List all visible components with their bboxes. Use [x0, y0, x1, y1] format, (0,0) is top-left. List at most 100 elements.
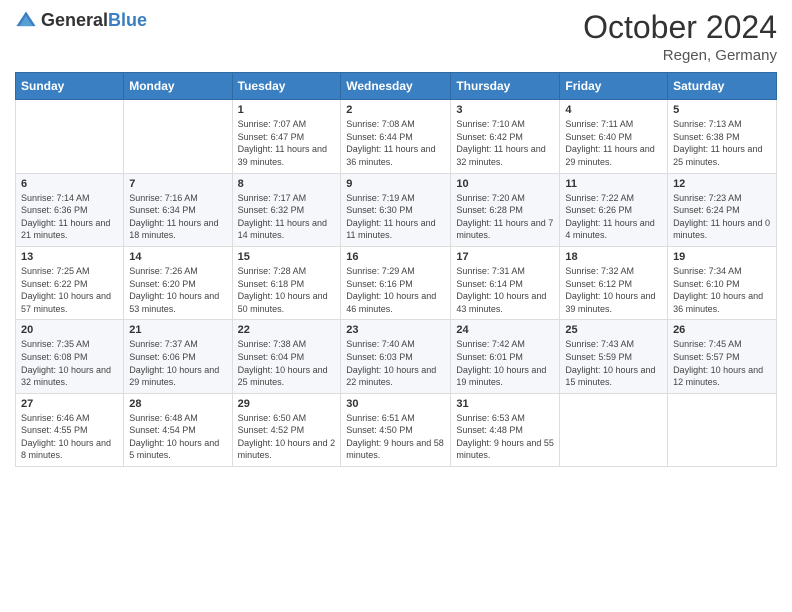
table-row: 5Sunrise: 7:13 AM Sunset: 6:38 PM Daylig…: [668, 100, 777, 173]
col-wednesday: Wednesday: [341, 73, 451, 100]
header: GeneralBlue October 2024 Regen, Germany: [15, 10, 777, 64]
day-content: Sunrise: 7:14 AM Sunset: 6:36 PM Dayligh…: [21, 192, 118, 242]
table-row: 18 Sunrise: 7:32 AM Sunset: 6:12 PM Dayli…: [560, 246, 668, 319]
day-content: Sunrise: 7:29 AM Sunset: 6:16 PM Dayligh…: [346, 265, 445, 315]
day-content: Sunrise: 7:17 AM Sunset: 6:32 PM Dayligh…: [238, 192, 336, 242]
table-row: 19Sunrise: 7:34 AM Sunset: 6:10 PM Dayli…: [668, 246, 777, 319]
table-row: 30Sunrise: 6:51 AM Sunset: 4:50 PM Dayli…: [341, 393, 451, 466]
table-row: [560, 393, 668, 466]
calendar-week-row: 1 Sunrise: 7:07 AM Sunset: 6:47 PM Daylig…: [16, 100, 777, 173]
day-content: Sunrise: 7:43 AM Sunset: 5:59 PM Dayligh…: [565, 338, 662, 388]
day-number: 22: [238, 324, 336, 336]
day-number: 31: [456, 398, 554, 410]
day-content: Sunrise: 7:11 AM Sunset: 6:40 PM Dayligh…: [565, 118, 662, 168]
table-row: 20 Sunrise: 7:35 AM Sunset: 6:08 PM Dayli…: [16, 320, 124, 393]
day-content: Sunrise: 6:51 AM Sunset: 4:50 PM Dayligh…: [346, 412, 445, 462]
calendar-header-row: Sunday Monday Tuesday Wednesday Thursday…: [16, 73, 777, 100]
day-number: 13: [21, 251, 118, 263]
day-content: Sunrise: 7:26 AM Sunset: 6:20 PM Dayligh…: [129, 265, 226, 315]
day-content: Sunrise: 7:16 AM Sunset: 6:34 PM Dayligh…: [129, 192, 226, 242]
month-title: October 2024: [583, 10, 777, 45]
day-content: Sunrise: 7:31 AM Sunset: 6:14 PM Dayligh…: [456, 265, 554, 315]
day-content: Sunrise: 7:37 AM Sunset: 6:06 PM Dayligh…: [129, 338, 226, 388]
table-row: 14Sunrise: 7:26 AM Sunset: 6:20 PM Dayli…: [124, 246, 232, 319]
table-row: 12 Sunrise: 7:23 AM Sunset: 6:24 PM Dayli…: [668, 173, 777, 246]
table-row: 22 Sunrise: 7:38 AM Sunset: 6:04 PM Dayli…: [232, 320, 341, 393]
day-number: 27: [21, 398, 118, 410]
table-row: 7 Sunrise: 7:16 AM Sunset: 6:34 PM Daylig…: [124, 173, 232, 246]
logo: GeneralBlue: [15, 10, 147, 32]
col-monday: Monday: [124, 73, 232, 100]
day-content: Sunrise: 7:13 AM Sunset: 6:38 PM Dayligh…: [673, 118, 771, 168]
calendar: Sunday Monday Tuesday Wednesday Thursday…: [15, 72, 777, 467]
day-number: 2: [346, 104, 445, 116]
day-content: Sunrise: 7:20 AM Sunset: 6:28 PM Dayligh…: [456, 192, 554, 242]
day-number: 19: [673, 251, 771, 263]
day-number: 15: [238, 251, 336, 263]
table-row: 17Sunrise: 7:31 AM Sunset: 6:14 PM Dayli…: [451, 246, 560, 319]
day-number: 11: [565, 178, 662, 190]
table-row: 13 Sunrise: 7:25 AM Sunset: 6:22 PM Dayli…: [16, 246, 124, 319]
table-row: 2 Sunrise: 7:08 AM Sunset: 6:44 PM Daylig…: [341, 100, 451, 173]
day-number: 21: [129, 324, 226, 336]
calendar-week-row: 13 Sunrise: 7:25 AM Sunset: 6:22 PM Dayli…: [16, 246, 777, 319]
table-row: 24Sunrise: 7:42 AM Sunset: 6:01 PM Dayli…: [451, 320, 560, 393]
day-number: 25: [565, 324, 662, 336]
table-row: 8 Sunrise: 7:17 AM Sunset: 6:32 PM Daylig…: [232, 173, 341, 246]
day-content: Sunrise: 7:08 AM Sunset: 6:44 PM Dayligh…: [346, 118, 445, 168]
day-content: Sunrise: 7:32 AM Sunset: 6:12 PM Dayligh…: [565, 265, 662, 315]
table-row: 16 Sunrise: 7:29 AM Sunset: 6:16 PM Dayli…: [341, 246, 451, 319]
table-row: 6 Sunrise: 7:14 AM Sunset: 6:36 PM Daylig…: [16, 173, 124, 246]
calendar-week-row: 27 Sunrise: 6:46 AM Sunset: 4:55 PM Dayli…: [16, 393, 777, 466]
day-number: 20: [21, 324, 118, 336]
col-sunday: Sunday: [16, 73, 124, 100]
day-content: Sunrise: 7:07 AM Sunset: 6:47 PM Dayligh…: [238, 118, 336, 168]
title-block: October 2024 Regen, Germany: [583, 10, 777, 64]
table-row: [668, 393, 777, 466]
day-content: Sunrise: 7:28 AM Sunset: 6:18 PM Dayligh…: [238, 265, 336, 315]
col-thursday: Thursday: [451, 73, 560, 100]
table-row: 15 Sunrise: 7:28 AM Sunset: 6:18 PM Dayli…: [232, 246, 341, 319]
table-row: 25 Sunrise: 7:43 AM Sunset: 5:59 PM Dayli…: [560, 320, 668, 393]
day-content: Sunrise: 7:23 AM Sunset: 6:24 PM Dayligh…: [673, 192, 771, 242]
day-content: Sunrise: 7:40 AM Sunset: 6:03 PM Dayligh…: [346, 338, 445, 388]
day-content: Sunrise: 6:53 AM Sunset: 4:48 PM Dayligh…: [456, 412, 554, 462]
logo-icon: [15, 10, 37, 32]
day-number: 23: [346, 324, 445, 336]
day-number: 6: [21, 178, 118, 190]
day-content: Sunrise: 7:45 AM Sunset: 5:57 PM Dayligh…: [673, 338, 771, 388]
day-number: 24: [456, 324, 554, 336]
day-content: Sunrise: 7:10 AM Sunset: 6:42 PM Dayligh…: [456, 118, 554, 168]
table-row: 1 Sunrise: 7:07 AM Sunset: 6:47 PM Daylig…: [232, 100, 341, 173]
col-saturday: Saturday: [668, 73, 777, 100]
table-row: 21 Sunrise: 7:37 AM Sunset: 6:06 PM Dayli…: [124, 320, 232, 393]
table-row: 23 Sunrise: 7:40 AM Sunset: 6:03 PM Dayli…: [341, 320, 451, 393]
table-row: 29 Sunrise: 6:50 AM Sunset: 4:52 PM Dayli…: [232, 393, 341, 466]
day-number: 9: [346, 178, 445, 190]
table-row: 10 Sunrise: 7:20 AM Sunset: 6:28 PM Dayli…: [451, 173, 560, 246]
day-content: Sunrise: 7:22 AM Sunset: 6:26 PM Dayligh…: [565, 192, 662, 242]
day-content: Sunrise: 6:46 AM Sunset: 4:55 PM Dayligh…: [21, 412, 118, 462]
day-number: 1: [238, 104, 336, 116]
day-number: 7: [129, 178, 226, 190]
day-content: Sunrise: 7:25 AM Sunset: 6:22 PM Dayligh…: [21, 265, 118, 315]
day-number: 10: [456, 178, 554, 190]
day-content: Sunrise: 7:19 AM Sunset: 6:30 PM Dayligh…: [346, 192, 445, 242]
day-content: Sunrise: 6:50 AM Sunset: 4:52 PM Dayligh…: [238, 412, 336, 462]
day-content: Sunrise: 7:35 AM Sunset: 6:08 PM Dayligh…: [21, 338, 118, 388]
day-number: 12: [673, 178, 771, 190]
calendar-week-row: 6 Sunrise: 7:14 AM Sunset: 6:36 PM Daylig…: [16, 173, 777, 246]
table-row: 31 Sunrise: 6:53 AM Sunset: 4:48 PM Dayli…: [451, 393, 560, 466]
table-row: 27 Sunrise: 6:46 AM Sunset: 4:55 PM Dayli…: [16, 393, 124, 466]
col-friday: Friday: [560, 73, 668, 100]
location-title: Regen, Germany: [583, 47, 777, 64]
day-content: Sunrise: 7:38 AM Sunset: 6:04 PM Dayligh…: [238, 338, 336, 388]
table-row: 26Sunrise: 7:45 AM Sunset: 5:57 PM Dayli…: [668, 320, 777, 393]
day-number: 29: [238, 398, 336, 410]
day-number: 8: [238, 178, 336, 190]
day-number: 16: [346, 251, 445, 263]
table-row: 3Sunrise: 7:10 AM Sunset: 6:42 PM Daylig…: [451, 100, 560, 173]
table-row: 11 Sunrise: 7:22 AM Sunset: 6:26 PM Dayli…: [560, 173, 668, 246]
table-row: 28Sunrise: 6:48 AM Sunset: 4:54 PM Dayli…: [124, 393, 232, 466]
day-number: 18: [565, 251, 662, 263]
